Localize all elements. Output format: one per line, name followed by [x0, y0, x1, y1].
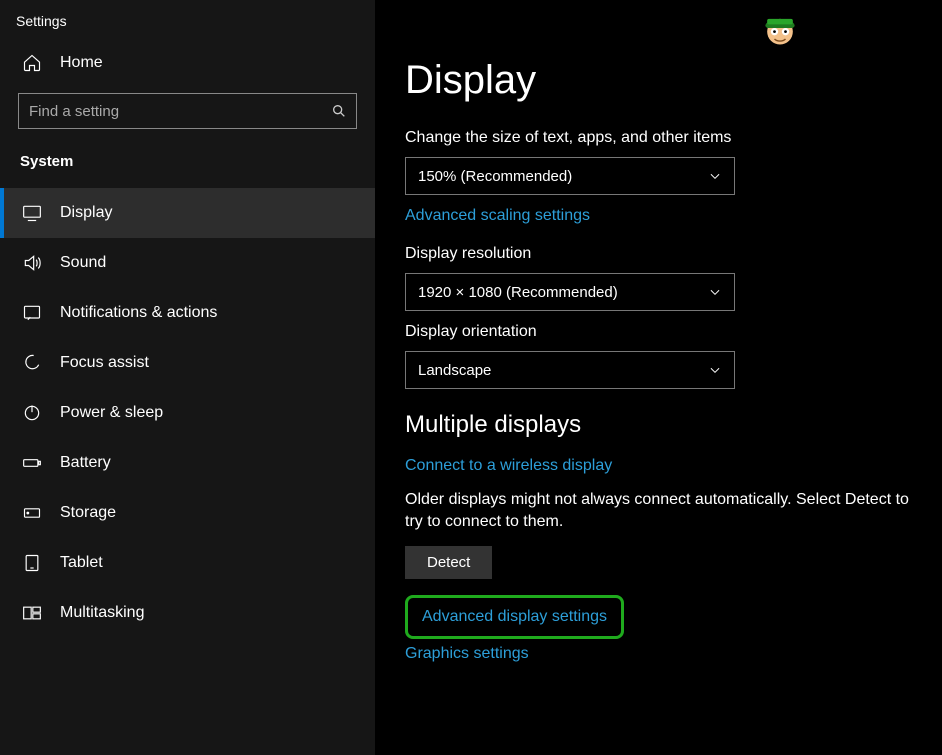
search-icon	[331, 103, 347, 119]
sidebar-item-label: Multitasking	[60, 604, 144, 622]
multitasking-icon	[22, 603, 42, 623]
home-icon	[22, 53, 42, 73]
detect-button[interactable]: Detect	[405, 546, 492, 579]
sidebar-item-label: Power & sleep	[60, 404, 163, 422]
orientation-label: Display orientation	[405, 323, 932, 341]
chevron-down-icon	[708, 363, 722, 377]
sidebar-item-sound[interactable]: Sound	[0, 238, 375, 288]
sidebar: Settings Home System Display Sound Notif…	[0, 0, 375, 755]
category-label: System	[0, 145, 375, 188]
resolution-dropdown[interactable]: 1920 × 1080 (Recommended)	[405, 273, 735, 311]
app-title: Settings	[0, 8, 375, 43]
multiple-displays-heading: Multiple displays	[405, 411, 932, 439]
connect-wireless-link[interactable]: Connect to a wireless display	[405, 457, 612, 475]
cartoon-face-icon	[758, 6, 802, 50]
scale-label: Change the size of text, apps, and other…	[405, 129, 932, 147]
sidebar-item-focus-assist[interactable]: Focus assist	[0, 338, 375, 388]
orientation-dropdown[interactable]: Landscape	[405, 351, 735, 389]
orientation-value: Landscape	[418, 362, 491, 379]
sidebar-item-label: Focus assist	[60, 354, 149, 372]
advanced-scaling-link[interactable]: Advanced scaling settings	[405, 207, 590, 225]
scale-value: 150% (Recommended)	[418, 168, 572, 185]
sidebar-item-multitasking[interactable]: Multitasking	[0, 588, 375, 638]
chevron-down-icon	[708, 169, 722, 183]
sidebar-item-label: Battery	[60, 454, 111, 472]
sidebar-item-power-sleep[interactable]: Power & sleep	[0, 388, 375, 438]
sound-icon	[22, 253, 42, 273]
home-nav[interactable]: Home	[0, 43, 375, 83]
sidebar-item-label: Storage	[60, 504, 116, 522]
resolution-label: Display resolution	[405, 245, 932, 263]
sidebar-item-storage[interactable]: Storage	[0, 488, 375, 538]
main-content: Display Change the size of text, apps, a…	[375, 0, 942, 755]
advanced-display-link[interactable]: Advanced display settings	[422, 608, 607, 626]
sidebar-item-display[interactable]: Display	[0, 188, 375, 238]
display-icon	[22, 203, 42, 223]
notifications-icon	[22, 303, 42, 323]
battery-icon	[22, 453, 42, 473]
sidebar-item-label: Sound	[60, 254, 106, 272]
sidebar-item-label: Display	[60, 204, 112, 222]
page-title: Display	[405, 58, 932, 103]
search-box[interactable]	[18, 93, 357, 129]
sidebar-item-label: Tablet	[60, 554, 103, 572]
highlight-box: Advanced display settings	[405, 595, 624, 639]
graphics-settings-link[interactable]: Graphics settings	[405, 645, 529, 663]
chevron-down-icon	[708, 285, 722, 299]
power-icon	[22, 403, 42, 423]
sidebar-item-label: Notifications & actions	[60, 304, 217, 322]
sidebar-item-tablet[interactable]: Tablet	[0, 538, 375, 588]
tablet-icon	[22, 553, 42, 573]
detect-text: Older displays might not always connect …	[405, 489, 925, 532]
resolution-value: 1920 × 1080 (Recommended)	[418, 284, 618, 301]
scale-dropdown[interactable]: 150% (Recommended)	[405, 157, 735, 195]
sidebar-item-notifications[interactable]: Notifications & actions	[0, 288, 375, 338]
search-input[interactable]	[18, 93, 357, 129]
sidebar-item-battery[interactable]: Battery	[0, 438, 375, 488]
storage-icon	[22, 503, 42, 523]
home-label: Home	[60, 54, 103, 72]
focus-assist-icon	[22, 353, 42, 373]
